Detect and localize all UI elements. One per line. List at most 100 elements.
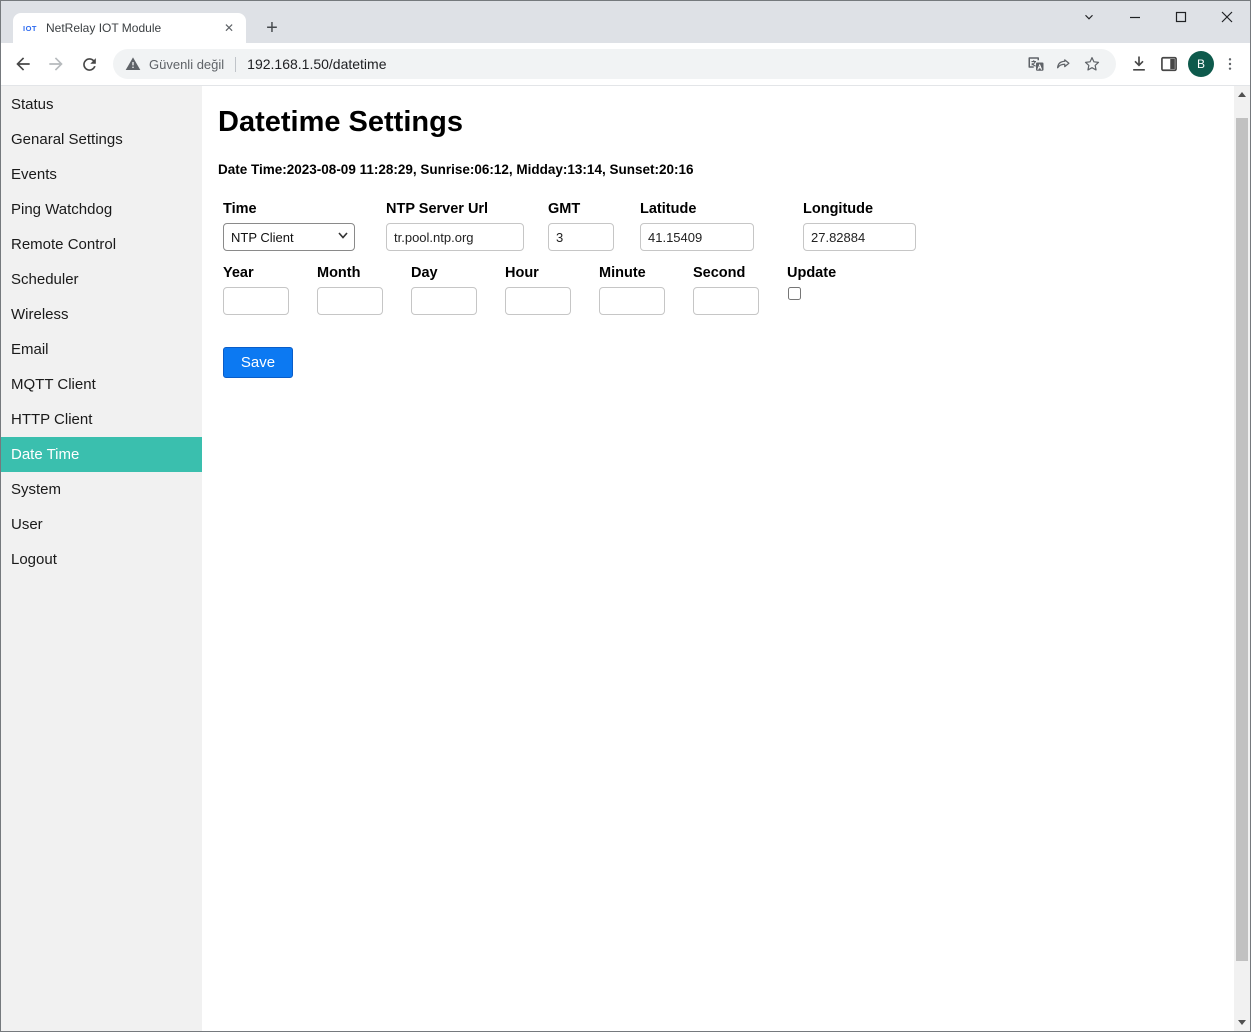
latitude-label: Latitude [640, 201, 754, 217]
browser-toolbar: Güvenli değil 192.168.1.50/datetime B [1, 43, 1250, 86]
omnibox-separator [235, 57, 236, 72]
dt-field-label: Hour [505, 265, 571, 281]
browser-tab[interactable]: IOT NetRelay IOT Module ✕ [13, 13, 246, 43]
scrollbar-thumb[interactable] [1236, 118, 1248, 961]
gmt-input[interactable] [548, 223, 614, 251]
month-field: Month [317, 265, 383, 315]
ntp-server-label: NTP Server Url [386, 201, 524, 217]
main-panel: Datetime Settings Date Time:2023-08-09 1… [202, 86, 1250, 1031]
scroll-up-icon[interactable] [1234, 86, 1250, 103]
dt-field-label: Day [411, 265, 477, 281]
maximize-button[interactable] [1158, 2, 1204, 32]
sidebar-item-status[interactable]: Status [1, 87, 202, 122]
not-secure-warning-icon [125, 56, 141, 72]
tab-title: NetRelay IOT Module [46, 21, 220, 35]
minimize-button[interactable] [1112, 2, 1158, 32]
year-field: Year [223, 265, 289, 315]
sidebar-item-genaral-settings[interactable]: Genaral Settings [1, 122, 202, 157]
tab-strip: IOT NetRelay IOT Module ✕ + [1, 1, 1250, 43]
sidebar-item-label: User [11, 516, 43, 533]
security-label[interactable]: Güvenli değil [149, 57, 224, 72]
update-label: Update [787, 265, 836, 281]
sidebar: Status Genaral Settings Events Ping Watc… [1, 86, 202, 1031]
datetime-status-line: Date Time:2023-08-09 11:28:29, Sunrise:0… [218, 162, 1210, 177]
scroll-down-icon[interactable] [1234, 1014, 1250, 1031]
sidebar-item-scheduler[interactable]: Scheduler [1, 262, 202, 297]
longitude-field: Longitude [803, 201, 916, 251]
time-label: Time [223, 201, 355, 217]
ntp-server-input[interactable] [386, 223, 524, 251]
profile-avatar[interactable]: B [1184, 49, 1218, 79]
vertical-scrollbar[interactable] [1234, 86, 1250, 1031]
sidebar-item-label: Events [11, 166, 57, 183]
latitude-field: Latitude [640, 201, 754, 251]
sidebar-item-label: HTTP Client [11, 411, 92, 428]
iot-favicon-icon: IOT [21, 20, 39, 36]
second-field: Second [693, 265, 759, 315]
side-panel-icon[interactable] [1154, 49, 1184, 79]
sidebar-item-label: Scheduler [11, 271, 79, 288]
dt-field-label: Year [223, 265, 289, 281]
sidebar-item-date-time[interactable]: Date Time [1, 437, 202, 472]
sidebar-item-events[interactable]: Events [1, 157, 202, 192]
new-tab-button[interactable]: + [258, 14, 286, 42]
avatar-initial: B [1188, 51, 1214, 77]
hour-input[interactable] [505, 287, 571, 315]
hour-field: Hour [505, 265, 571, 315]
sidebar-item-mqtt-client[interactable]: MQTT Client [1, 367, 202, 402]
dt-field-label: Month [317, 265, 383, 281]
download-icon[interactable] [1124, 49, 1154, 79]
second-input[interactable] [693, 287, 759, 315]
sidebar-item-remote-control[interactable]: Remote Control [1, 227, 202, 262]
browser-window: IOT NetRelay IOT Module ✕ + [0, 0, 1251, 1032]
minute-input[interactable] [599, 287, 665, 315]
share-icon[interactable] [1050, 50, 1078, 78]
datetime-form: Time NTP Client NTP Server Url [223, 201, 1210, 378]
sidebar-item-label: Date Time [11, 446, 79, 463]
month-input[interactable] [317, 287, 383, 315]
day-field: Day [411, 265, 477, 315]
back-icon[interactable] [9, 50, 37, 78]
dt-field-label: Second [693, 265, 759, 281]
sidebar-item-label: Ping Watchdog [11, 201, 112, 218]
tab-close-icon[interactable]: ✕ [220, 19, 238, 37]
update-checkbox[interactable] [788, 287, 801, 300]
day-input[interactable] [411, 287, 477, 315]
longitude-input[interactable] [803, 223, 916, 251]
sidebar-item-label: System [11, 481, 61, 498]
bookmark-star-icon[interactable] [1078, 50, 1106, 78]
sidebar-item-user[interactable]: User [1, 507, 202, 542]
sidebar-item-label: Genaral Settings [11, 131, 123, 148]
time-field: Time NTP Client [223, 201, 355, 251]
menu-kebab-icon[interactable] [1218, 49, 1242, 79]
sidebar-item-label: Status [11, 96, 54, 113]
save-button[interactable]: Save [223, 347, 293, 378]
address-bar[interactable]: Güvenli değil 192.168.1.50/datetime [113, 49, 1116, 79]
sidebar-item-wireless[interactable]: Wireless [1, 297, 202, 332]
form-row-datetime: Year Month Day Hour Minute Second Update [223, 265, 1210, 315]
page-title: Datetime Settings [218, 106, 1210, 139]
sidebar-item-label: MQTT Client [11, 376, 96, 393]
time-mode-select[interactable]: NTP Client [223, 223, 355, 251]
sidebar-item-email[interactable]: Email [1, 332, 202, 367]
reload-icon[interactable] [75, 50, 103, 78]
datetime-fields: Year Month Day Hour Minute Second [223, 265, 787, 315]
gmt-field: GMT [548, 201, 614, 251]
sidebar-item-label: Wireless [11, 306, 69, 323]
minute-field: Minute [599, 265, 665, 315]
sidebar-item-logout[interactable]: Logout [1, 542, 202, 577]
translate-icon[interactable] [1022, 50, 1050, 78]
year-input[interactable] [223, 287, 289, 315]
sidebar-item-ping-watchdog[interactable]: Ping Watchdog [1, 192, 202, 227]
forward-icon[interactable] [42, 50, 70, 78]
ntp-server-field: NTP Server Url [386, 201, 524, 251]
latitude-input[interactable] [640, 223, 754, 251]
url-text[interactable]: 192.168.1.50/datetime [247, 56, 386, 72]
chevron-down-icon[interactable] [1066, 2, 1112, 32]
longitude-label: Longitude [803, 201, 916, 217]
sidebar-item-system[interactable]: System [1, 472, 202, 507]
sidebar-item-label: Email [11, 341, 49, 358]
sidebar-item-http-client[interactable]: HTTP Client [1, 402, 202, 437]
sidebar-item-label: Logout [11, 551, 57, 568]
close-window-button[interactable] [1204, 2, 1250, 32]
